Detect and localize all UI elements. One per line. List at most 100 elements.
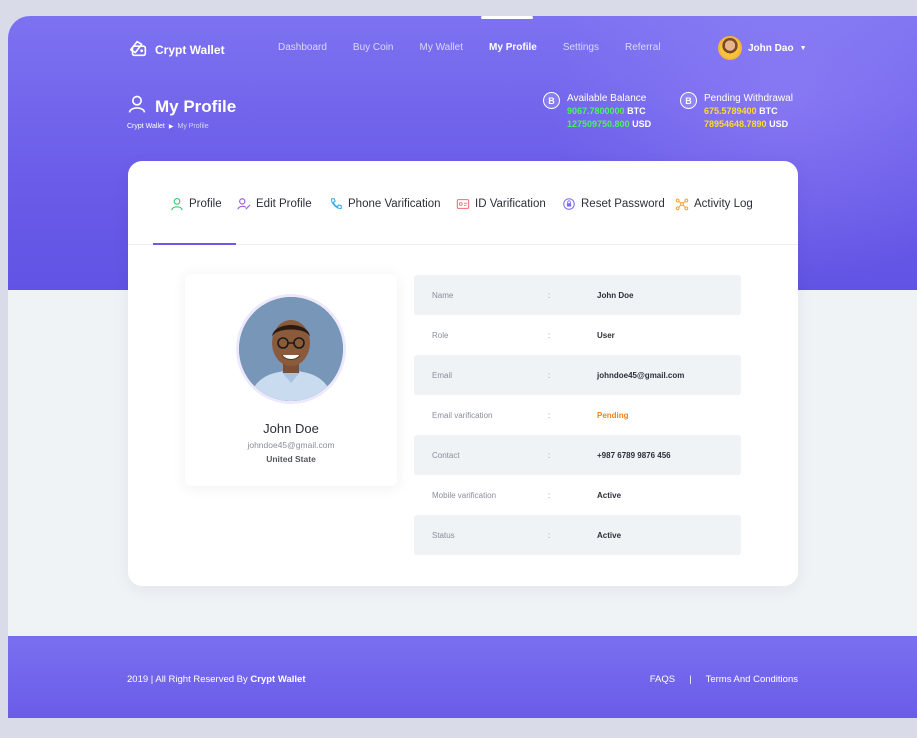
profile-email: johndoe45@gmail.com	[247, 440, 335, 450]
available-balance-label: Available Balance	[567, 93, 647, 104]
detail-value: Active	[597, 530, 622, 540]
app-name: Crypt Wallet	[155, 42, 225, 57]
terms-link[interactable]: Terms And Conditions	[706, 674, 798, 685]
detail-key: Mobile varification	[432, 490, 497, 500]
reset-password-icon	[562, 197, 576, 211]
app-logo[interactable]: Crypt Wallet	[127, 37, 225, 62]
table-row: Mobile varification : Active	[414, 475, 741, 515]
nav-buy-coin[interactable]: Buy Coin	[353, 42, 394, 53]
profile-photo	[236, 294, 346, 404]
tab-label: Phone Varification	[348, 198, 441, 210]
edit-user-icon	[237, 197, 251, 211]
tab-reset-password[interactable]: Reset Password	[562, 197, 665, 211]
window-indicator	[481, 16, 533, 19]
tab-label: ID Varification	[475, 198, 546, 210]
detail-separator: :	[548, 330, 551, 340]
activity-log-icon	[675, 197, 689, 211]
active-tab-indicator	[153, 243, 236, 245]
detail-separator: :	[548, 290, 551, 300]
breadcrumb: Crypt Wallet ▶ My Profile	[127, 123, 209, 130]
footer-links: FAQS | Terms And Conditions	[650, 674, 798, 685]
available-btc-unit: BTC	[627, 106, 646, 116]
detail-separator: :	[548, 370, 551, 380]
detail-value: johndoe45@gmail.com	[597, 370, 685, 380]
bitcoin-coin-icon: B	[543, 92, 560, 109]
detail-value: +987 6789 9876 456	[597, 450, 671, 460]
wallet-logo-icon	[127, 37, 149, 62]
copyright-text: 2019 | All Right Reserved By	[127, 674, 248, 685]
profile-details-table: Name : John Doe Role : User Email : john…	[414, 275, 741, 555]
table-row: Role : User	[414, 315, 741, 355]
tab-phone-varification[interactable]: Phone Varification	[329, 197, 440, 211]
pending-btc-unit: BTC	[759, 106, 778, 116]
footer: 2019 | All Right Reserved By Crypt Walle…	[8, 636, 917, 718]
table-row: Status : Active	[414, 515, 741, 555]
breadcrumb-current: My Profile	[177, 123, 209, 130]
user-name: John Dao	[748, 42, 794, 54]
nav-my-wallet[interactable]: My Wallet	[420, 42, 464, 53]
pending-usd-unit: USD	[769, 119, 789, 129]
status-badge: Pending	[597, 410, 629, 420]
profile-name: John Doe	[263, 421, 319, 436]
page-title: My Profile	[127, 94, 236, 119]
bitcoin-coin-icon: B	[680, 92, 697, 109]
nav-referral[interactable]: Referral	[625, 42, 661, 53]
app-frame: ⟩ Crypt Wallet Dashboard Buy Coin My Wal…	[8, 16, 917, 718]
detail-key: Email varification	[432, 410, 493, 420]
nav-dashboard[interactable]: Dashboard	[278, 42, 327, 53]
tab-label: Profile	[189, 198, 222, 210]
tab-label: Activity Log	[694, 198, 753, 210]
pending-withdrawal-label: Pending Withdrawal	[704, 93, 793, 104]
table-row: Name : John Doe	[414, 275, 741, 315]
nav-settings[interactable]: Settings	[563, 42, 599, 53]
table-row: Email varification : Pending	[414, 395, 741, 435]
tab-profile[interactable]: Profile	[170, 197, 222, 211]
detail-key: Status	[432, 530, 455, 540]
detail-value: User	[597, 330, 615, 340]
available-btc-value: 9067.7800000	[567, 106, 625, 116]
detail-separator: :	[548, 450, 551, 460]
detail-value: John Doe	[597, 290, 634, 300]
id-card-icon	[456, 197, 470, 211]
tab-id-varification[interactable]: ID Varification	[456, 197, 546, 211]
profile-summary: John Doe johndoe45@gmail.com United Stat…	[185, 274, 397, 486]
available-balance: B Available Balance 9067.7800000 BTC 127…	[543, 92, 651, 131]
tab-activity-log[interactable]: Activity Log	[675, 197, 753, 211]
table-row: Email : johndoe45@gmail.com	[414, 355, 741, 395]
nav-my-profile[interactable]: My Profile	[489, 42, 537, 53]
detail-key: Name	[432, 290, 454, 300]
breadcrumb-root[interactable]: Crypt Wallet	[127, 123, 165, 130]
user-menu[interactable]: John Dao ▼	[718, 36, 807, 60]
available-usd-unit: USD	[632, 119, 652, 129]
tab-edit-profile[interactable]: Edit Profile	[237, 197, 312, 211]
detail-key: Email	[432, 370, 453, 380]
avatar	[718, 36, 742, 60]
chevron-down-icon: ▼	[799, 44, 807, 52]
profile-country: United State	[266, 454, 316, 464]
pending-usd-value: 78954648.7890	[704, 119, 767, 129]
detail-key: Role	[432, 330, 449, 340]
table-row: Contact : +987 6789 9876 456	[414, 435, 741, 475]
detail-value: Active	[597, 490, 622, 500]
tab-label: Edit Profile	[256, 198, 312, 210]
profile-tabs: Profile Edit Profile Phone Varification …	[128, 161, 798, 245]
faqs-link[interactable]: FAQS	[650, 674, 675, 685]
footer-divider: |	[689, 674, 692, 685]
detail-separator: :	[548, 530, 551, 540]
detail-separator: :	[548, 410, 551, 420]
available-usd-value: 127509750.800	[567, 119, 630, 129]
page-title-text: My Profile	[155, 96, 237, 116]
footer-copyright: 2019 | All Right Reserved By Crypt Walle…	[127, 674, 305, 685]
copyright-brand: Crypt Wallet	[250, 674, 306, 685]
detail-separator: :	[548, 490, 551, 500]
main-nav: Dashboard Buy Coin My Wallet My Profile …	[278, 42, 687, 53]
breadcrumb-arrow-icon: ▶	[168, 124, 174, 130]
user-outline-icon	[127, 94, 147, 119]
profile-card: Profile Edit Profile Phone Varification …	[128, 161, 798, 586]
detail-key: Contact	[432, 450, 460, 460]
user-icon	[170, 197, 184, 211]
pending-withdrawal: B Pending Withdrawal 675.5789400 BTC 789…	[680, 92, 793, 131]
phone-icon	[329, 197, 343, 211]
tab-label: Reset Password	[581, 198, 665, 210]
pending-btc-value: 675.5789400	[704, 106, 757, 116]
